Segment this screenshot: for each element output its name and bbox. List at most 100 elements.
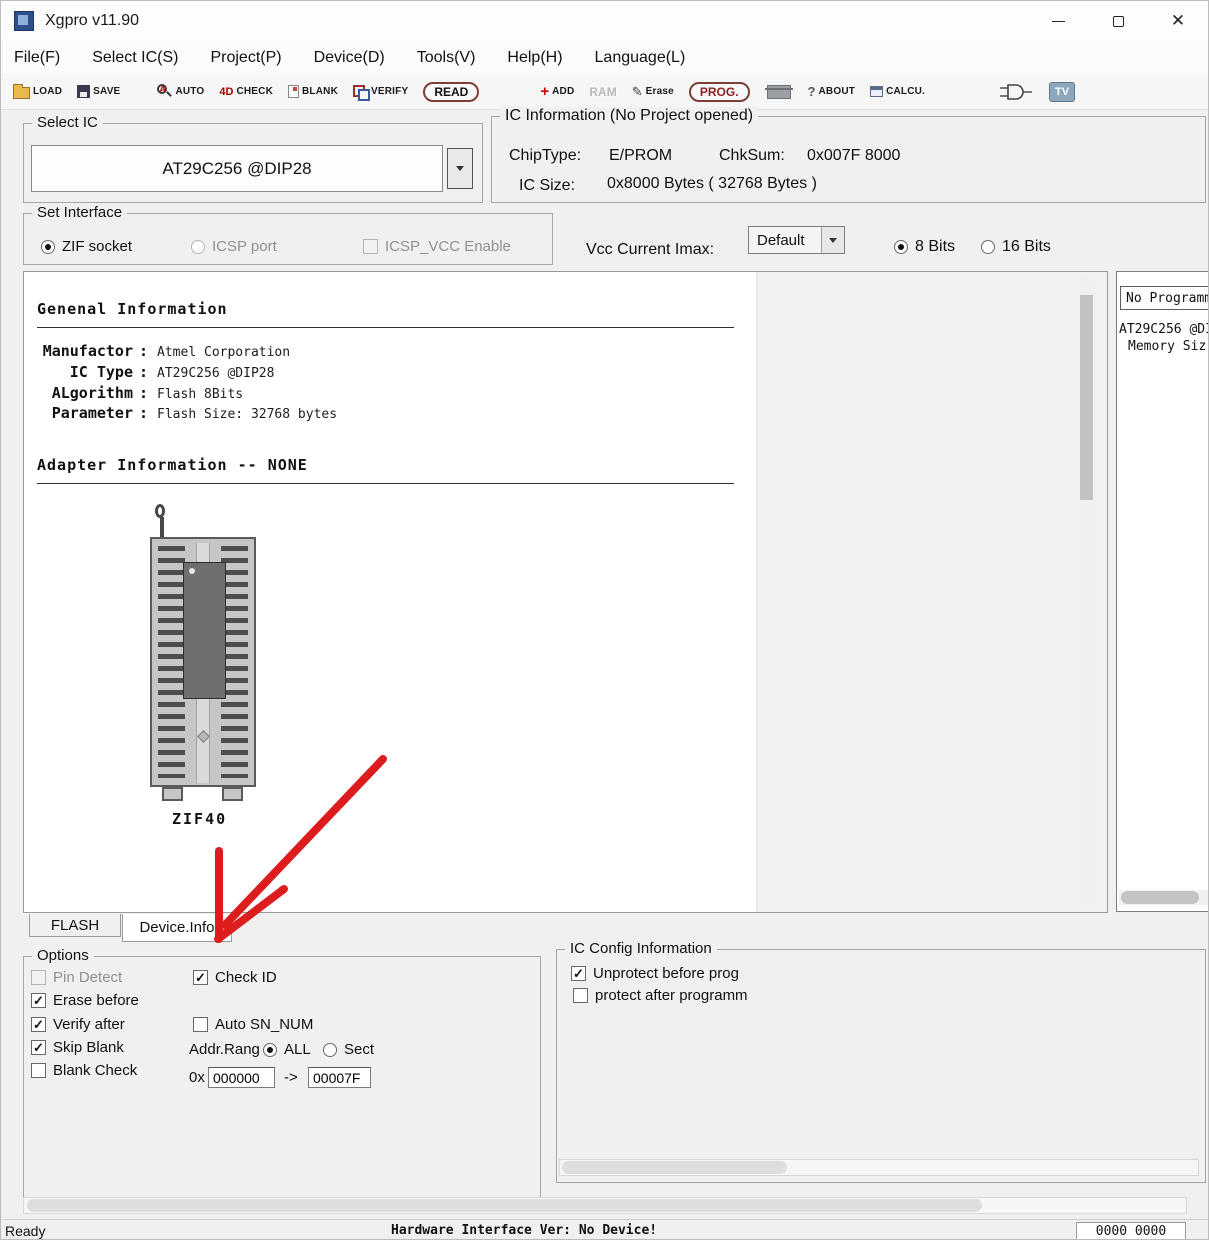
checkbox-box: [31, 1063, 46, 1078]
checkbox-skip-blank[interactable]: Skip Blank: [31, 1039, 124, 1056]
checkbox-unprotect-before[interactable]: Unprotect before prog: [571, 965, 739, 982]
minimize-button[interactable]: [1028, 1, 1088, 41]
zif-foot: [222, 787, 243, 801]
check-button[interactable]: 4D CHECK: [219, 79, 273, 105]
device-info-panel: Genenal Information Manufactor : Atmel C…: [23, 271, 1108, 913]
checkbox-erase-before[interactable]: Erase before: [31, 992, 139, 1009]
sect-label: Sect: [344, 1041, 374, 1058]
programmer-status-box: No Programm: [1120, 286, 1209, 310]
row-label: ALgorithm: [37, 384, 133, 402]
checkbox-auto-sn[interactable]: Auto SN_NUM: [193, 1016, 319, 1033]
check-id-label: Check ID: [215, 969, 277, 986]
calcu-button[interactable]: CALCU.: [870, 79, 925, 105]
row-value: Flash 8Bits: [157, 387, 243, 402]
checkbox-box: [31, 1040, 46, 1055]
menu-item-tools[interactable]: Tools(V): [417, 49, 476, 67]
maximize-icon: [1113, 16, 1124, 27]
blank-check-label: Blank Check: [53, 1062, 137, 1079]
tab-flash[interactable]: FLASH: [29, 914, 121, 937]
general-information-heading: Genenal Information: [37, 300, 734, 328]
radio-8-bits[interactable]: 8 Bits: [894, 238, 955, 256]
inserted-chip: [183, 562, 226, 699]
vcc-current-dropdown[interactable]: Default: [748, 226, 845, 254]
chksum-label: ChkSum:: [719, 147, 785, 165]
radio-icsp-port[interactable]: ICSP port: [191, 238, 277, 255]
tab-device-info[interactable]: Device.Info: [122, 914, 232, 942]
radio-addr-sect[interactable]: Sect: [323, 1041, 374, 1058]
bottom-hscrollbar[interactable]: [23, 1197, 1187, 1214]
erase-before-label: Erase before: [53, 992, 139, 1009]
row-value: Atmel Corporation: [157, 345, 290, 360]
chevron-down-icon: [829, 238, 837, 243]
radio-16-bits[interactable]: 16 Bits: [981, 238, 1051, 256]
maximize-button[interactable]: [1088, 1, 1148, 41]
row-colon: :: [139, 363, 148, 381]
scrollbar-thumb[interactable]: [1121, 891, 1199, 904]
menu-item-file[interactable]: File(F): [14, 49, 60, 67]
checkbox-box: [571, 966, 586, 981]
checkbox-pin-detect[interactable]: Pin Detect: [31, 969, 122, 986]
load-button[interactable]: LOAD: [13, 79, 62, 105]
radio-dot: [894, 240, 908, 254]
menu-item-select-ic[interactable]: Select IC(S): [92, 49, 178, 67]
question-icon: ?: [808, 84, 816, 99]
window-title: Xgpro v11.90: [45, 12, 139, 30]
checkbox-box: [31, 1017, 46, 1032]
vcc-dropdown-button[interactable]: [821, 227, 844, 253]
checkbox-verify-after[interactable]: Verify after: [31, 1016, 125, 1033]
skip-blank-label: Skip Blank: [53, 1039, 124, 1056]
save-button[interactable]: SAVE: [77, 79, 120, 105]
erase-button[interactable]: ✎ Erase: [632, 79, 674, 105]
checkbox-icsp-vcc-enable[interactable]: ICSP_VCC Enable: [363, 238, 511, 255]
addr-range-label: Addr.Rang: [189, 1041, 264, 1058]
scrollbar-thumb[interactable]: [1080, 295, 1093, 500]
auto-button[interactable]: A AUTO: [157, 79, 204, 105]
scrollbar-thumb[interactable]: [27, 1199, 982, 1212]
ram-button[interactable]: RAM: [589, 79, 616, 105]
checkbox-check-id[interactable]: Check ID: [193, 969, 277, 986]
radio-dot: [41, 240, 55, 254]
device-info-document: Genenal Information Manufactor : Atmel C…: [24, 272, 757, 912]
pencil-erase-icon: ✎: [632, 84, 643, 100]
radio-dot: [981, 240, 995, 254]
right-panel-hscrollbar[interactable]: [1119, 890, 1209, 905]
bits16-label: 16 Bits: [1002, 238, 1051, 256]
scrollbar-thumb[interactable]: [562, 1161, 787, 1174]
zif-socket-drawing: ZIF40: [130, 504, 280, 839]
prog-button[interactable]: PROG.: [689, 79, 750, 105]
vertical-scrollbar[interactable]: [1079, 275, 1094, 905]
tv-button[interactable]: TV: [1049, 79, 1075, 105]
addr-from-input[interactable]: [208, 1067, 275, 1088]
menu-item-project[interactable]: Project(P): [210, 49, 281, 67]
radio-addr-all[interactable]: ALL: [263, 1041, 311, 1058]
read-button[interactable]: READ: [423, 79, 479, 105]
ic-config-hscrollbar[interactable]: [559, 1159, 1199, 1176]
menu-item-language[interactable]: Language(L): [595, 49, 686, 67]
chip-test-button[interactable]: [765, 79, 793, 105]
addr-to-input[interactable]: [308, 1067, 371, 1088]
menu-item-help[interactable]: Help(H): [507, 49, 562, 67]
radio-zif-socket[interactable]: ZIF socket: [41, 238, 132, 255]
blank-button[interactable]: BLANK: [288, 79, 338, 105]
close-button[interactable]: ✕: [1148, 1, 1208, 41]
verify-button[interactable]: VERIFY: [353, 79, 408, 105]
tab-flash-label: FLASH: [51, 917, 99, 934]
row-colon: :: [139, 404, 148, 422]
icsize-value: 0x8000 Bytes ( 32768 Bytes ): [607, 175, 817, 193]
checkbox-blank-check[interactable]: Blank Check: [31, 1062, 137, 1079]
menu-item-device[interactable]: Device(D): [314, 49, 385, 67]
radio-dot: [263, 1043, 277, 1057]
radio-dot: [323, 1043, 337, 1057]
ic-config-group: IC Config Information: [556, 949, 1206, 1183]
window-controls: ✕: [1028, 1, 1208, 41]
checkbox-protect-after[interactable]: protect after programm: [573, 987, 767, 1004]
logic-gate-button[interactable]: [998, 79, 1034, 105]
chiptype-value: E/PROM: [609, 147, 672, 165]
selected-ic-combobox[interactable]: AT29C256 @DIP28: [31, 145, 443, 192]
selected-ic-dropdown-button[interactable]: [447, 148, 473, 189]
about-button[interactable]: ? ABOUT: [808, 79, 856, 105]
add-button[interactable]: + ADD: [540, 79, 574, 105]
icsp-port-label: ICSP port: [212, 238, 277, 255]
ram-icon: RAM: [589, 85, 616, 99]
ic-config-legend: IC Config Information: [565, 940, 717, 957]
